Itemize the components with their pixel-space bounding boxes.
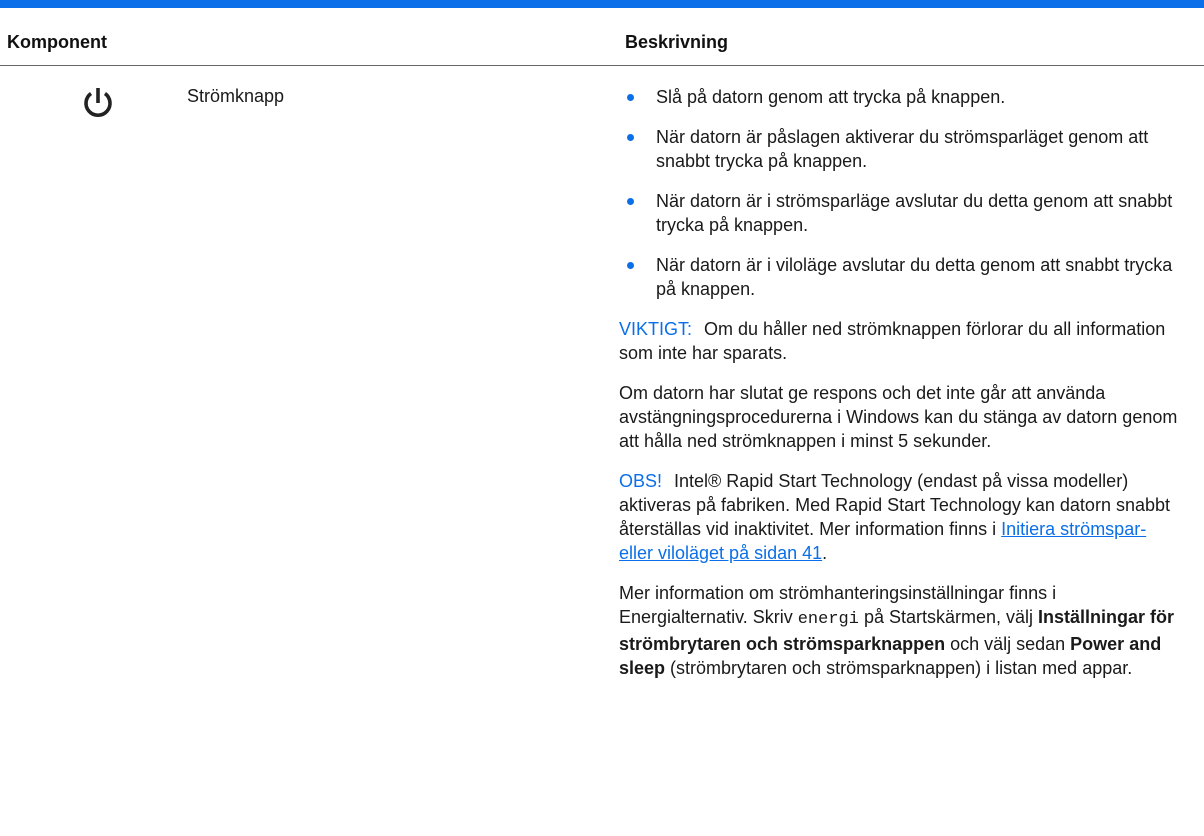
- bullet-icon: [627, 262, 634, 269]
- bullet-icon: [627, 94, 634, 101]
- important-note: VIKTIGT: Om du håller ned strömknappen fö…: [619, 317, 1179, 365]
- unresponsive-paragraph: Om datorn har slutat ge respons och det …: [619, 383, 1178, 451]
- note-label: OBS!: [619, 471, 663, 491]
- column-header-description: Beskrivning: [625, 32, 729, 52]
- list-item: När datorn är i viloläge avslutar du det…: [619, 253, 1179, 301]
- rapid-start-note: OBS! Intel® Rapid Start Technology (endas…: [619, 471, 1170, 563]
- power-settings-paragraph: Mer information om strömhanteringsinstäl…: [619, 583, 1175, 678]
- list-item: När datorn är i strömsparläge avslutar d…: [619, 189, 1179, 237]
- list-item: Slå på datorn genom att trycka på knappe…: [619, 85, 1179, 109]
- component-name: Strömknapp: [187, 86, 285, 106]
- header-divider: [0, 65, 1204, 66]
- description-cell: Slå på datorn genom att trycka på knappe…: [619, 85, 1179, 696]
- table-header: Komponent Beskrivning: [0, 8, 1204, 65]
- important-label: VIKTIGT:: [619, 319, 693, 339]
- bullet-icon: [627, 198, 634, 205]
- description-bullets: Slå på datorn genom att trycka på knappe…: [619, 85, 1179, 301]
- power-icon: [81, 86, 115, 120]
- important-text: Om du håller ned strömknappen förlorar d…: [619, 319, 1166, 363]
- list-item: När datorn är påslagen aktiverar du strö…: [619, 125, 1179, 173]
- column-header-component: Komponent: [7, 32, 107, 52]
- bullet-icon: [627, 134, 634, 141]
- top-accent-bar: [0, 0, 1204, 8]
- command-text: energi: [797, 610, 859, 629]
